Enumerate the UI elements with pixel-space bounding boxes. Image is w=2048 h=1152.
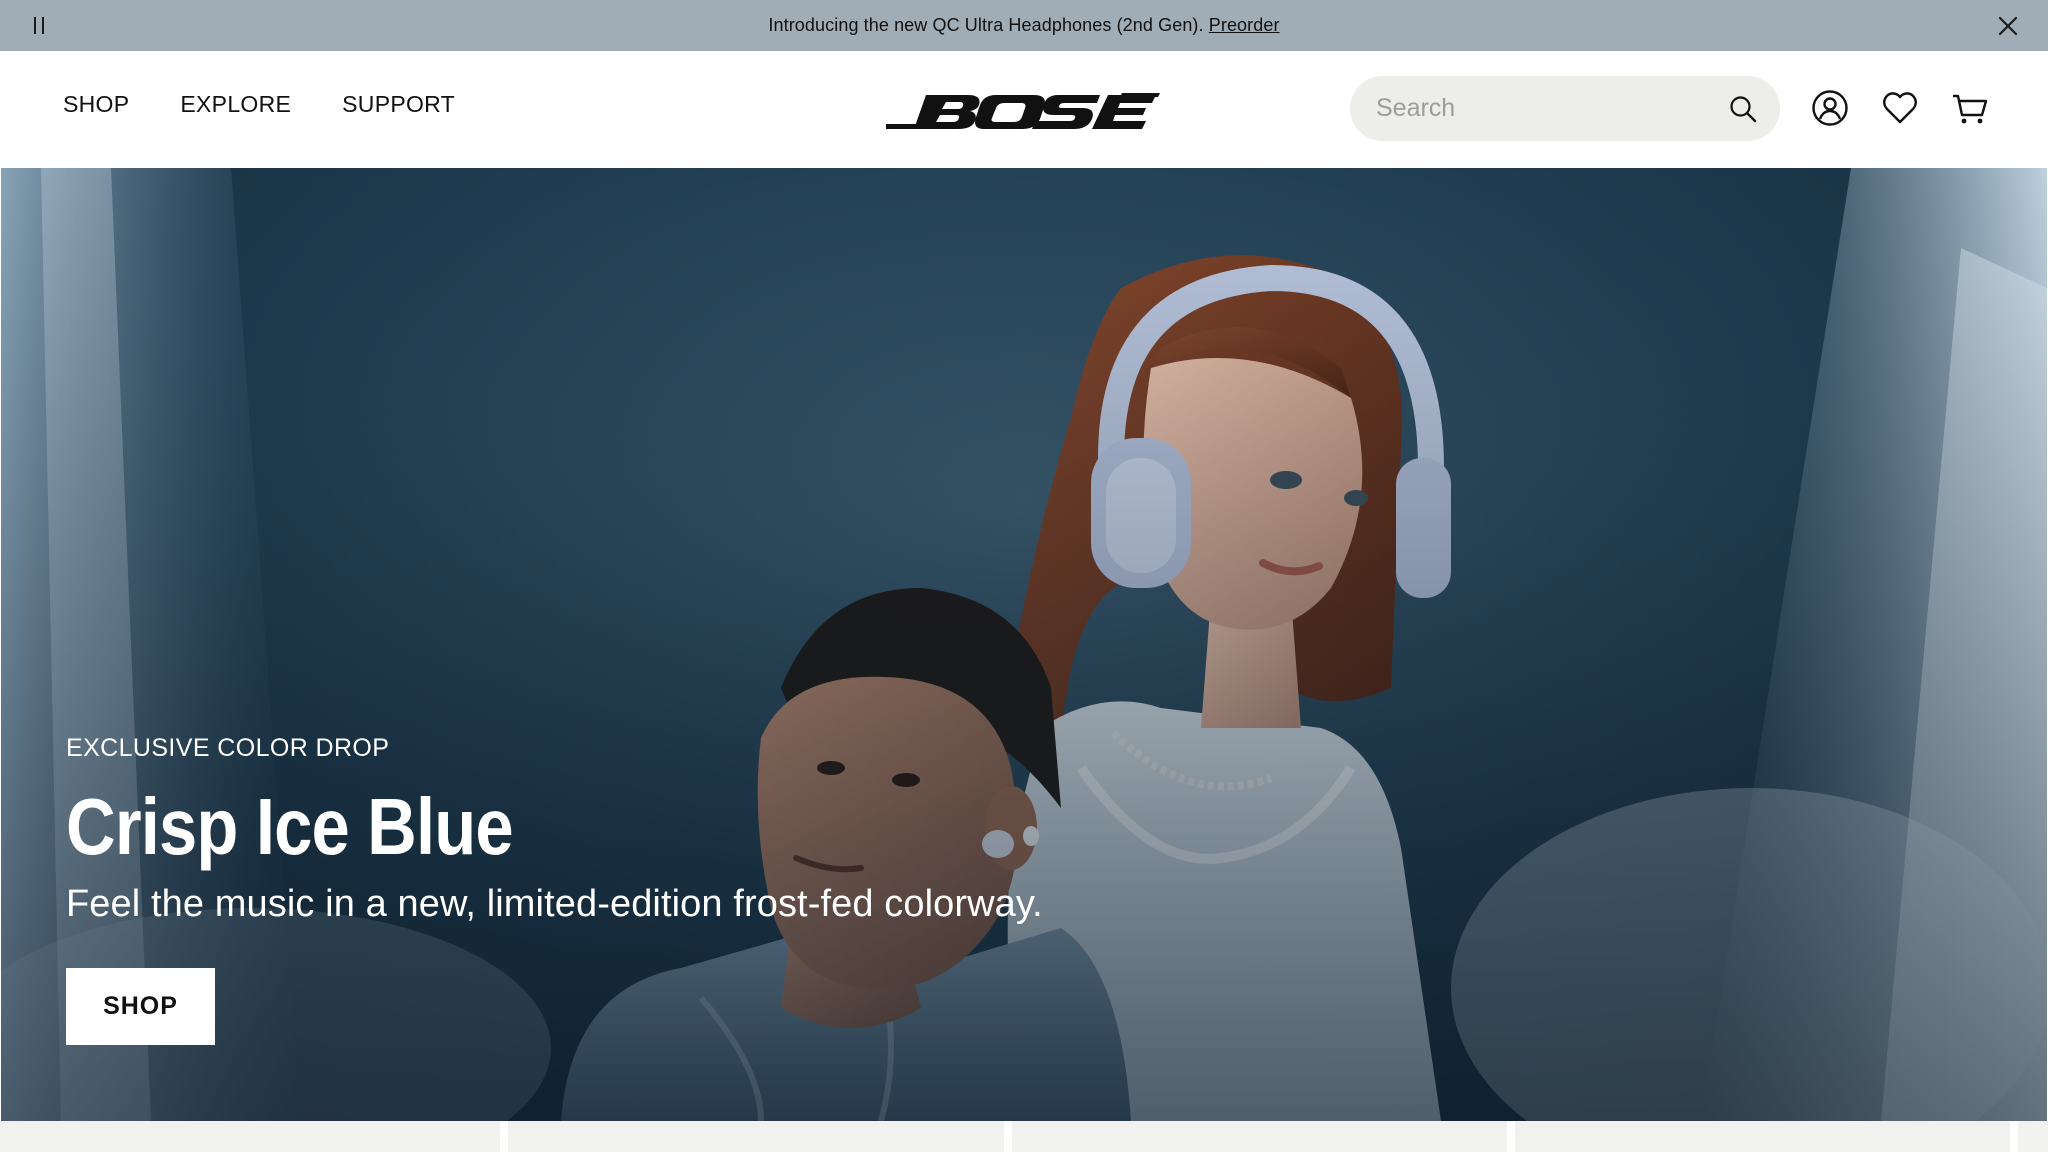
search-icon[interactable]: [1728, 94, 1758, 124]
main-nav: SHOP EXPLORE SUPPORT: [63, 91, 455, 118]
hero-title: Crisp Ice Blue: [66, 782, 514, 871]
search-input[interactable]: [1376, 94, 1728, 123]
hero-subtitle: Feel the music in a new, limited-edition…: [66, 883, 1043, 925]
product-card[interactable]: [508, 1121, 1004, 1152]
cart-icon[interactable]: [1950, 88, 1990, 128]
announcement-text: Introducing the new QC Ultra Headphones …: [768, 15, 1204, 35]
product-card[interactable]: [1514, 1121, 2011, 1152]
announcement-bar: Introducing the new QC Ultra Headphones …: [0, 0, 2048, 51]
hero-eyebrow: EXCLUSIVE COLOR DROP: [66, 734, 390, 762]
product-card[interactable]: [2018, 1121, 2048, 1152]
nav-item-explore[interactable]: EXPLORE: [180, 91, 291, 118]
announcement-message: Introducing the new QC Ultra Headphones …: [768, 15, 1279, 36]
nav-item-shop[interactable]: SHOP: [63, 91, 129, 118]
bose-logo[interactable]: [886, 91, 1160, 131]
hero-banner: EXCLUSIVE COLOR DROP Crisp Ice Blue Feel…: [1, 168, 2047, 1121]
product-cards-row: [0, 1121, 2048, 1152]
pause-icon[interactable]: [26, 11, 52, 39]
account-icon[interactable]: [1810, 88, 1850, 128]
product-card[interactable]: [0, 1121, 501, 1152]
nav-item-support[interactable]: SUPPORT: [342, 91, 455, 118]
product-card[interactable]: [1011, 1121, 1507, 1152]
close-icon[interactable]: [1994, 12, 2022, 40]
wishlist-heart-icon[interactable]: [1880, 88, 1920, 128]
hero-text-block: EXCLUSIVE COLOR DROP Crisp Ice Blue Feel…: [66, 734, 1043, 926]
hero-image: [1, 168, 2047, 1121]
site-header: SHOP EXPLORE SUPPORT: [0, 51, 2048, 168]
search-bar: [1350, 76, 1780, 141]
hero-shop-button[interactable]: SHOP: [66, 968, 215, 1045]
preorder-link[interactable]: Preorder: [1209, 15, 1280, 35]
